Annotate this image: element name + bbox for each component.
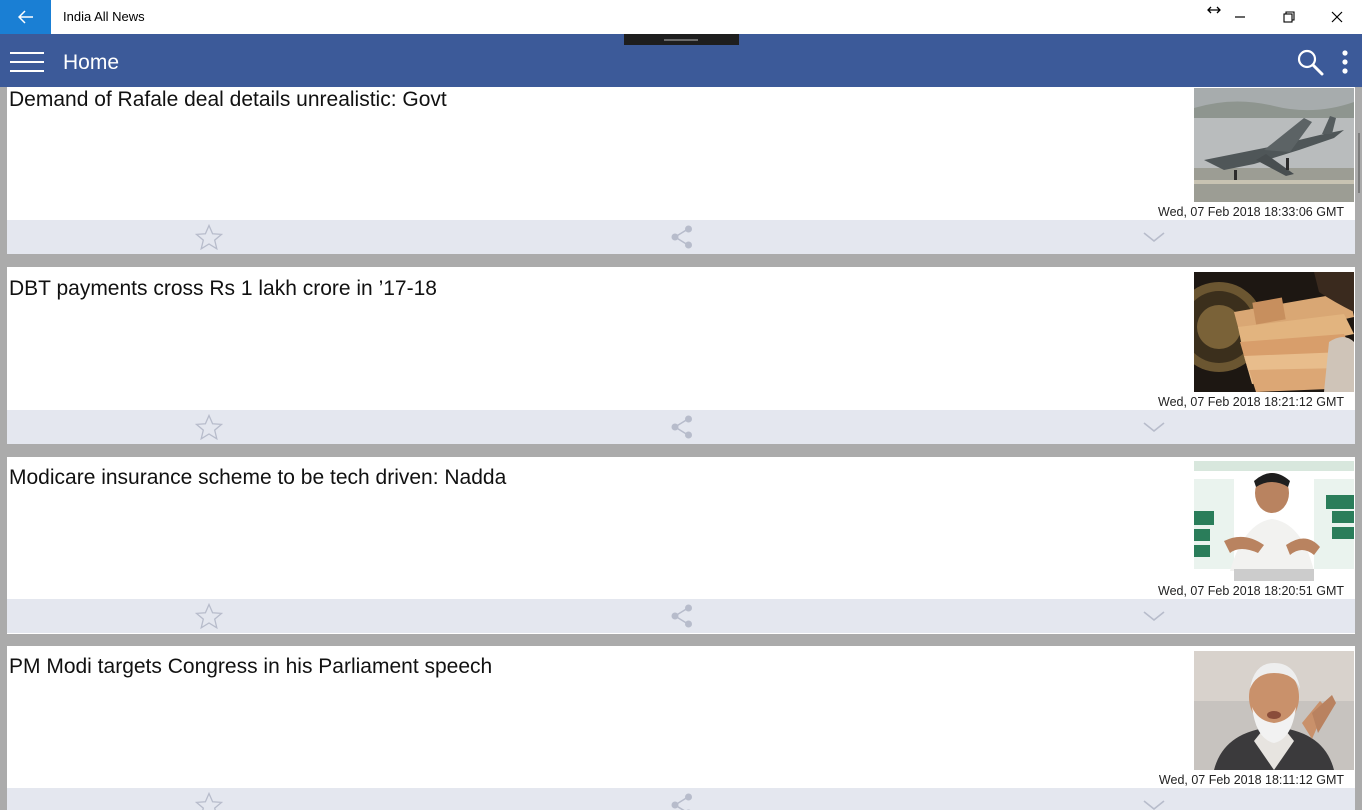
minimize-icon — [1235, 16, 1245, 18]
news-thumbnail[interactable] — [1194, 272, 1354, 392]
card-action-bar — [7, 788, 1355, 810]
star-icon — [195, 224, 223, 250]
share-button[interactable] — [662, 788, 702, 810]
news-date: Wed, 07 Feb 2018 18:20:51 GMT — [1158, 584, 1344, 598]
card-action-bar — [7, 599, 1355, 633]
favorite-button[interactable] — [189, 410, 229, 444]
share-icon — [671, 415, 692, 439]
news-headline[interactable]: DBT payments cross Rs 1 lakh crore in ’1… — [9, 277, 437, 301]
news-date: Wed, 07 Feb 2018 18:21:12 GMT — [1158, 395, 1344, 409]
news-headline[interactable]: Demand of Rafale deal details unrealisti… — [9, 88, 447, 112]
chevron-down-icon — [1143, 232, 1165, 243]
share-icon — [671, 225, 692, 249]
chevron-down-icon — [1143, 422, 1165, 433]
news-card[interactable]: Modicare insurance scheme to be tech dri… — [7, 457, 1355, 634]
currency-notes-photo — [1194, 272, 1354, 392]
maximize-icon — [1283, 11, 1295, 23]
favorite-button[interactable] — [189, 220, 229, 254]
pm-portrait-photo — [1194, 651, 1354, 770]
expand-button[interactable] — [1134, 788, 1174, 810]
maximize-button[interactable] — [1266, 0, 1312, 34]
more-options-button[interactable] — [1338, 49, 1352, 75]
share-button[interactable] — [662, 599, 702, 633]
star-icon — [195, 792, 223, 810]
news-headline[interactable]: Modicare insurance scheme to be tech dri… — [9, 466, 506, 490]
drag-handle-grip — [664, 39, 698, 41]
hamburger-menu-icon[interactable] — [10, 52, 44, 72]
fighter-jet-photo — [1194, 88, 1354, 202]
title-bar: India All News — [0, 0, 1362, 34]
share-button[interactable] — [662, 410, 702, 444]
chevron-down-icon — [1143, 611, 1165, 622]
favorite-button[interactable] — [189, 788, 229, 810]
card-action-bar — [7, 220, 1355, 254]
star-icon — [195, 603, 223, 629]
speaker-press-photo — [1194, 461, 1354, 581]
share-button[interactable] — [662, 220, 702, 254]
close-button[interactable] — [1314, 0, 1360, 34]
close-icon — [1331, 11, 1343, 23]
news-card[interactable]: PM Modi targets Congress in his Parliame… — [7, 646, 1355, 810]
share-icon — [671, 604, 692, 628]
news-card[interactable]: DBT payments cross Rs 1 lakh crore in ’1… — [7, 267, 1355, 444]
app-title: India All News — [63, 9, 145, 24]
news-card[interactable]: Demand of Rafale deal details unrealisti… — [7, 87, 1355, 254]
search-icon — [1297, 49, 1324, 76]
expand-button[interactable] — [1134, 220, 1174, 254]
news-thumbnail[interactable] — [1194, 461, 1354, 581]
search-button[interactable] — [1296, 48, 1324, 76]
favorite-button[interactable] — [189, 599, 229, 633]
feed-scrollbar[interactable] — [1356, 88, 1362, 810]
card-action-bar — [7, 410, 1355, 444]
news-thumbnail[interactable] — [1194, 88, 1354, 202]
page-title: Home — [63, 51, 120, 74]
app-window: India All News Home Demand of Rafale dea… — [0, 0, 1362, 810]
expand-button[interactable] — [1134, 410, 1174, 444]
back-icon — [17, 10, 33, 24]
share-icon — [671, 793, 692, 810]
chevron-down-icon — [1143, 800, 1165, 810]
news-headline[interactable]: PM Modi targets Congress in his Parliame… — [9, 655, 492, 679]
news-feed: Demand of Rafale deal details unrealisti… — [0, 87, 1362, 810]
minimize-button[interactable] — [1217, 0, 1263, 34]
news-thumbnail[interactable] — [1194, 651, 1354, 770]
back-button[interactable] — [0, 0, 51, 34]
scrollbar-thumb[interactable] — [1358, 133, 1360, 193]
expand-button[interactable] — [1134, 599, 1174, 633]
more-vertical-icon — [1342, 50, 1348, 74]
news-date: Wed, 07 Feb 2018 18:11:12 GMT — [1158, 773, 1344, 787]
news-date: Wed, 07 Feb 2018 18:33:06 GMT — [1158, 205, 1344, 219]
star-icon — [195, 414, 223, 440]
